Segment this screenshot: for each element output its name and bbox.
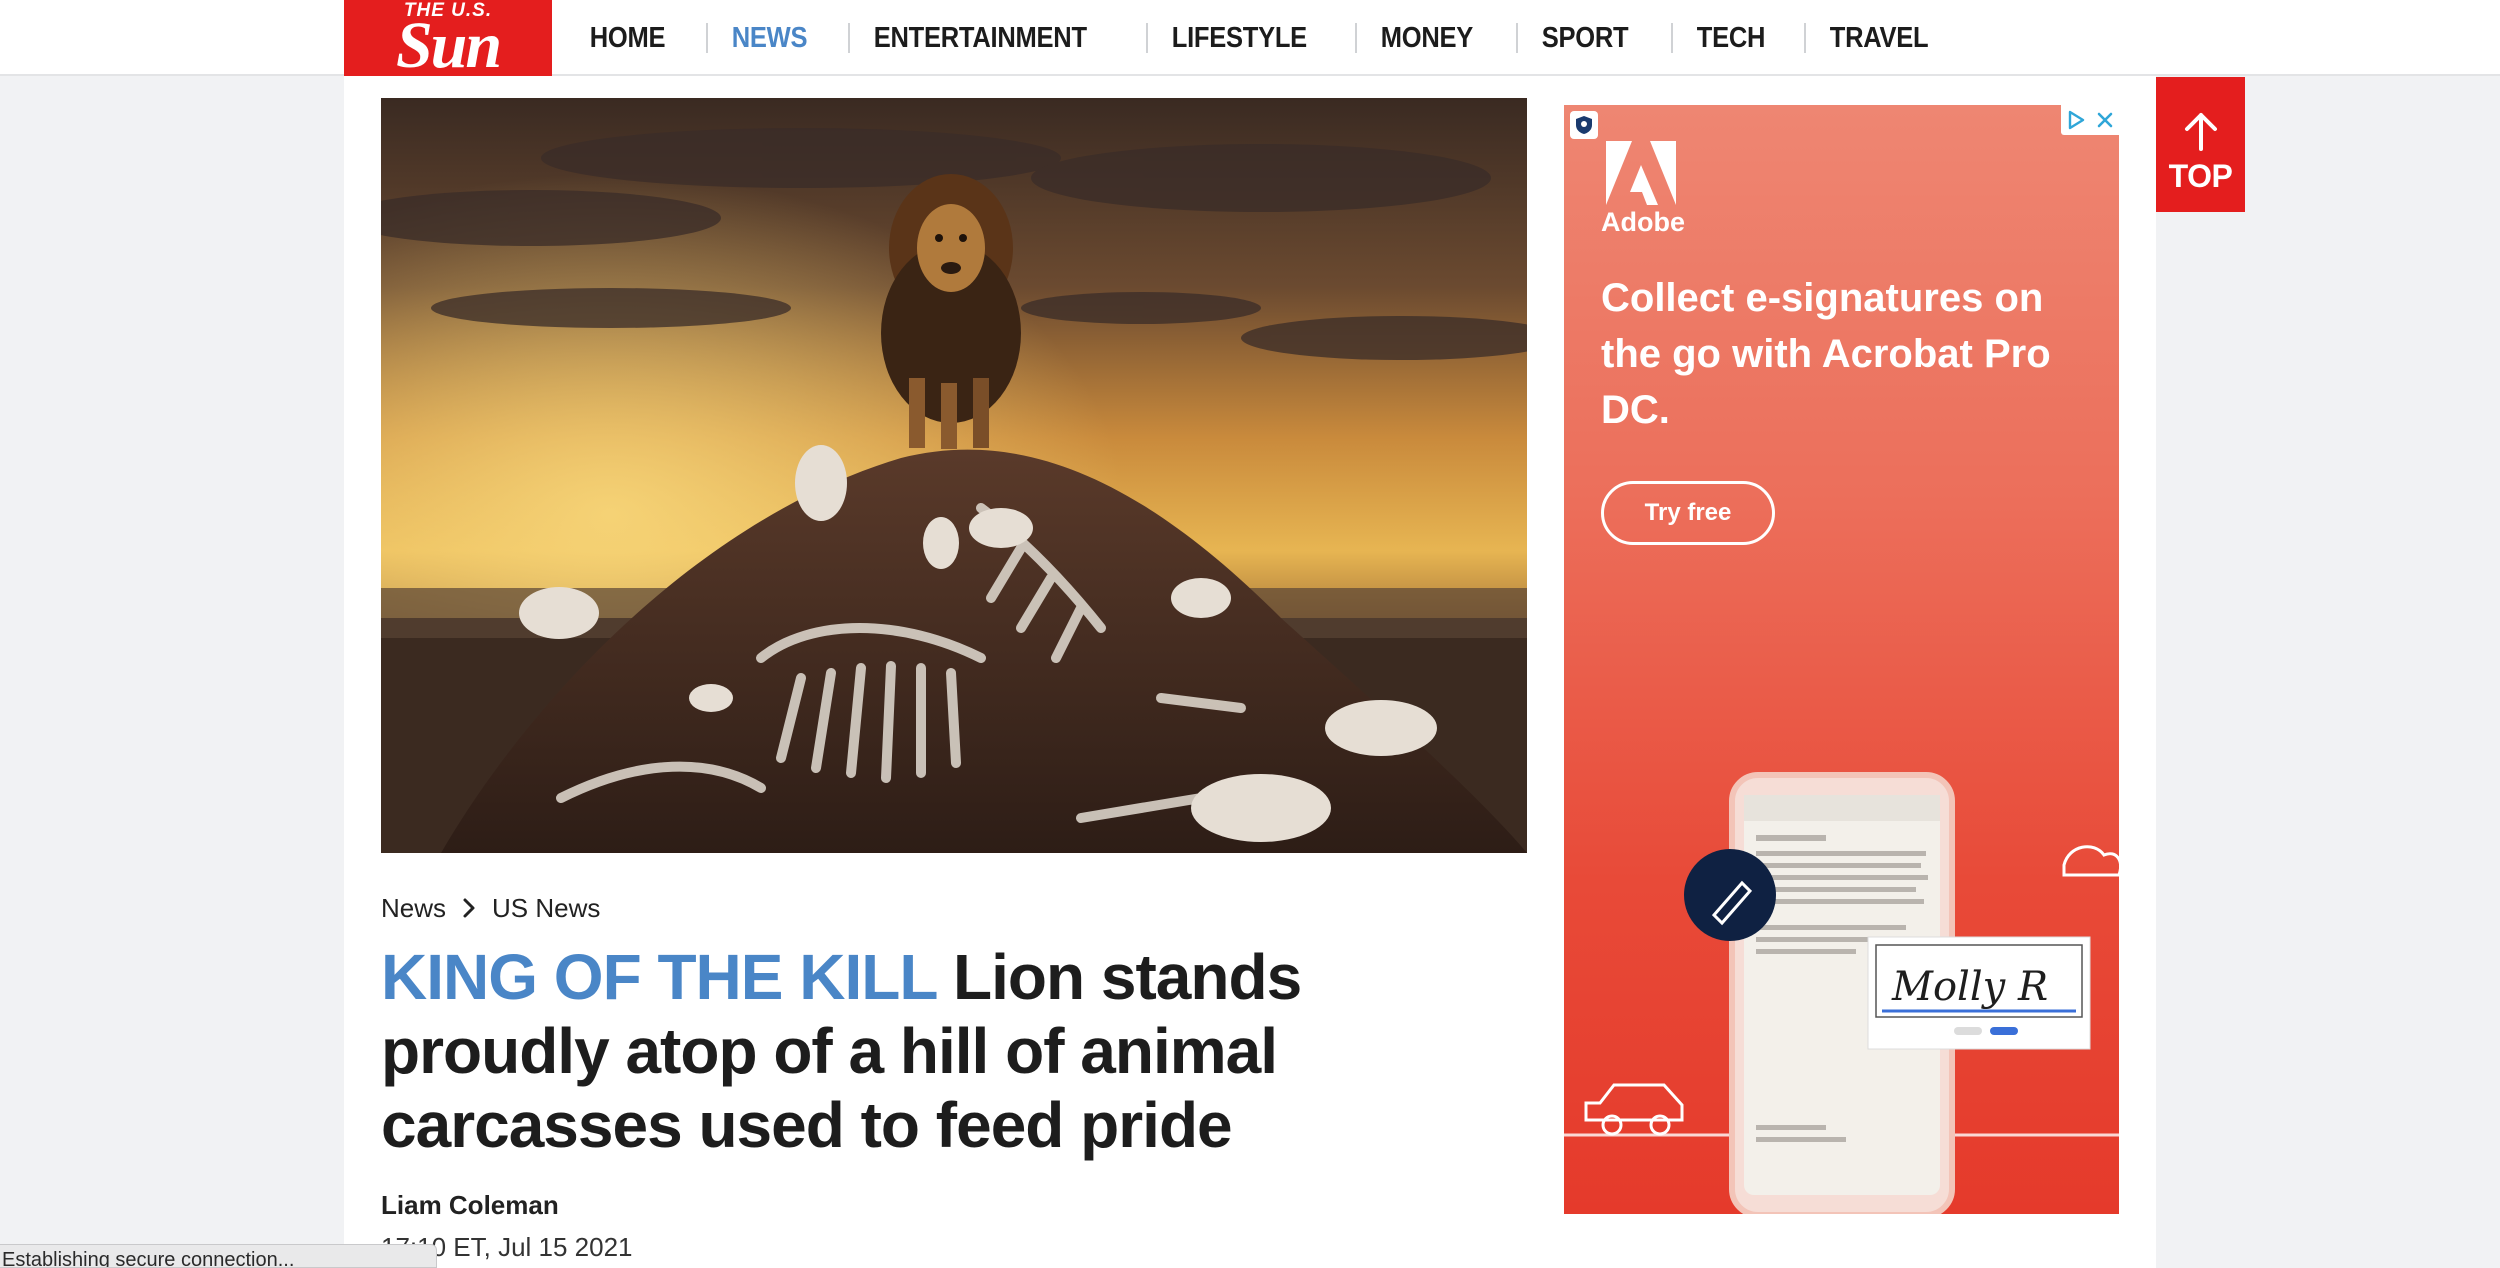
close-icon[interactable]: [2095, 110, 2115, 130]
ad-phone-illustration: Molly R: [1564, 772, 2119, 1214]
article-headline: KING OF THE KILL Lion stands proudly ato…: [381, 940, 1527, 1162]
breadcrumb-news[interactable]: News: [381, 893, 446, 924]
nav-item-entertainment[interactable]: ENTERTAINMENT: [850, 0, 1111, 76]
arrow-up-icon: [2184, 113, 2217, 151]
nav-item-lifestyle[interactable]: LIFESTYLE: [1148, 0, 1331, 76]
ad-brand-name: Adobe: [1601, 207, 1685, 237]
try-free-button[interactable]: Try free: [1601, 481, 1775, 545]
breadcrumb-us-news[interactable]: US News: [492, 893, 600, 924]
adobe-advertisement[interactable]: Adobe Collect e-signatures on the go wit…: [1564, 105, 2119, 1214]
browser-status-bubble: Establishing secure connection...: [0, 1244, 437, 1268]
chevron-right-icon: [463, 898, 475, 918]
lion-photo-illustration: [381, 98, 1527, 853]
logo-main-text: Sun: [395, 9, 502, 77]
hero-image-lion-on-carcass-hill[interactable]: [381, 98, 1527, 853]
nav-item-sport[interactable]: SPORT: [1518, 0, 1652, 76]
back-to-top-button[interactable]: TOP: [2156, 77, 2245, 212]
breadcrumb: News US News: [381, 888, 600, 928]
ad-privacy-icon[interactable]: [1570, 111, 1598, 139]
nav-item-home[interactable]: HOME: [566, 0, 689, 76]
ad-signature: Molly R: [1891, 964, 2048, 1010]
ad-choices[interactable]: [2061, 105, 2119, 135]
back-to-top-label: TOP: [2168, 158, 2233, 194]
nav-item-news[interactable]: NEWS: [708, 0, 831, 76]
ad-choices-icon[interactable]: [2065, 109, 2087, 131]
adobe-logo-icon: [1606, 141, 1676, 205]
headline-kicker: KING OF THE KILL: [381, 941, 937, 1013]
author-byline[interactable]: Liam Coleman: [381, 1190, 559, 1221]
nav-item-tech[interactable]: TECH: [1673, 0, 1789, 76]
the-sun-logo[interactable]: THE U.S. Sun: [344, 0, 552, 76]
top-navigation-bar: THE U.S. Sun HOME NEWS ENTERTAINMENT LIF…: [0, 0, 2500, 76]
nav-item-money[interactable]: MONEY: [1357, 0, 1497, 76]
main-nav: HOME NEWS ENTERTAINMENT LIFESTYLE MONEY …: [566, 0, 1972, 76]
ad-headline: Collect e-signatures on the go with Acro…: [1601, 276, 2051, 432]
nav-item-travel[interactable]: TRAVEL: [1806, 0, 1952, 76]
